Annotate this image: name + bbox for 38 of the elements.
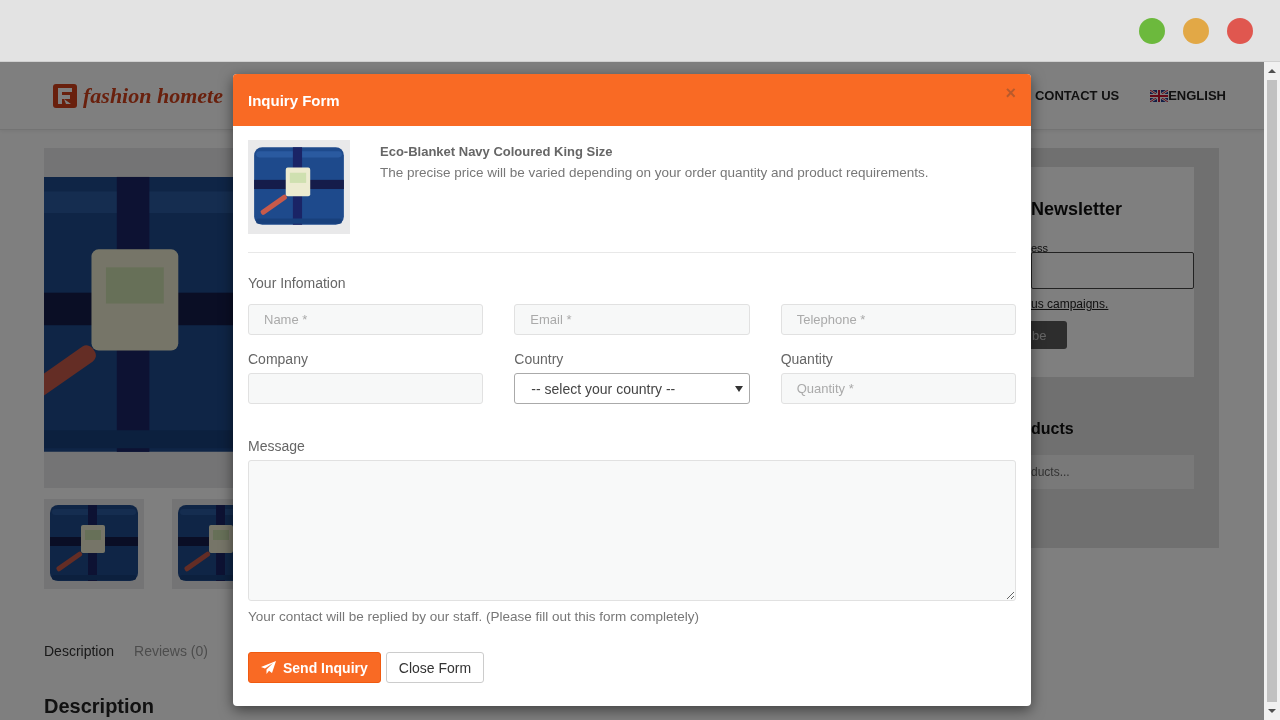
down-arrow-icon[interactable] <box>1267 706 1277 716</box>
logo-text[interactable]: fashion homete <box>83 82 223 109</box>
logo-icon <box>53 83 77 108</box>
modal-title: Inquiry Form <box>248 91 340 109</box>
message-field[interactable] <box>248 460 1016 601</box>
products-title: ducts <box>1031 420 1075 438</box>
window-button[interactable] <box>1227 17 1253 44</box>
send-button[interactable]: Send Inquiry <box>248 652 381 683</box>
flag-icon <box>1150 89 1169 102</box>
window-button[interactable] <box>1183 17 1209 44</box>
form-note: Your contact will be replied by our staff. (Please fill out this form completely) <box>248 609 700 624</box>
campaigns-link[interactable]: us campaigns. <box>1031 297 1109 311</box>
price-note: The precise price will be varied depending on your order quantity and product requirements. <box>380 165 929 180</box>
product-name: Eco-Blanket Navy Coloured King Size <box>380 144 614 159</box>
caret-icon <box>734 385 743 392</box>
input-field[interactable]: Quantity * <box>780 373 1016 404</box>
field-label: Company <box>248 351 309 367</box>
input-field[interactable]: Telephone * <box>780 304 1016 335</box>
nav-link[interactable]: CONTACT US <box>1034 88 1120 103</box>
section-heading: Description <box>44 695 156 718</box>
window-button[interactable] <box>1139 17 1165 44</box>
input-field[interactable]: Name * <box>248 304 484 335</box>
paper-plane-icon <box>261 661 276 674</box>
input-field[interactable] <box>248 373 484 404</box>
language-link[interactable]: ENGLISH <box>1150 88 1226 103</box>
field-label: Message <box>248 438 306 454</box>
field-label: Country <box>514 351 565 367</box>
close-form-button[interactable]: Close Form <box>385 652 485 683</box>
country-select[interactable]: -- select your country -- <box>514 373 750 404</box>
section-label: Your Infomation <box>248 275 347 291</box>
email-field[interactable] <box>1031 252 1194 289</box>
product-tab[interactable]: Description <box>44 641 115 661</box>
newsletter-title: Newsletter <box>1031 199 1124 220</box>
input-field[interactable]: Email * <box>514 304 750 335</box>
field-label: Quantity <box>780 351 834 367</box>
up-arrow-icon[interactable] <box>1267 66 1277 76</box>
scrollbar[interactable] <box>1264 62 1280 720</box>
email-label: ess <box>1031 242 1050 254</box>
